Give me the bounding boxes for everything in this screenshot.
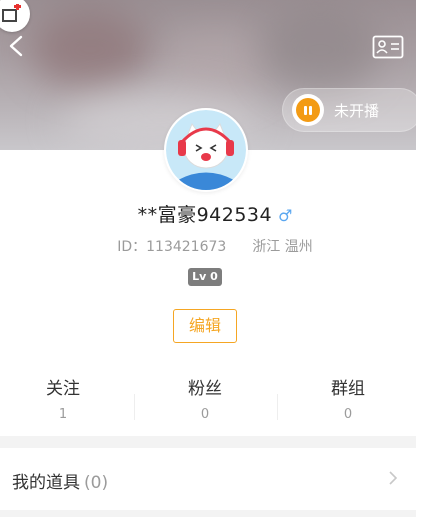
stat-value: 0 (200, 407, 210, 422)
stat-value: 0 (343, 407, 353, 422)
my-props-label: 我的道具 (12, 473, 80, 493)
live-status-pill[interactable]: 未开播 (282, 88, 422, 132)
stats-bar: 关注 1 粉丝 0 群组 0 (0, 374, 416, 424)
avatar[interactable] (164, 108, 248, 192)
stat-value: 1 (58, 407, 68, 422)
username: **富豪942534 (137, 204, 273, 226)
stat-groups[interactable]: 群组 0 (278, 374, 418, 422)
id-card-icon[interactable] (372, 35, 404, 59)
stat-label: 关注 (46, 379, 80, 399)
stat-following[interactable]: 关注 1 (0, 374, 133, 422)
section-gap (0, 436, 416, 448)
stat-fans[interactable]: 粉丝 0 (135, 374, 275, 422)
picture-in-picture-icon (2, 4, 21, 22)
my-props-row[interactable]: 我的道具 (0) (0, 448, 416, 510)
level-badge: Lv 0 (188, 268, 222, 286)
pause-icon (292, 94, 324, 126)
section-gap (0, 510, 416, 517)
right-edge-strip (416, 0, 430, 517)
cartoon-cat-avatar-icon (166, 110, 246, 190)
my-props-title: 我的道具 (0) (12, 468, 108, 493)
chevron-right-icon (389, 471, 398, 485)
blur-shape (260, 5, 380, 95)
user-location: 浙江 温州 (252, 239, 313, 255)
stat-label: 群组 (331, 379, 365, 399)
username-row: **富豪942534 ♂ (0, 200, 430, 227)
edit-profile-button[interactable]: 编辑 (173, 309, 237, 343)
back-chevron-icon[interactable] (7, 35, 25, 57)
my-props-count: (0) (84, 473, 109, 493)
blur-shape (30, 10, 150, 90)
live-status-label: 未开播 (334, 102, 380, 120)
user-id: ID：113421673 (117, 239, 227, 255)
male-gender-icon: ♂ (278, 206, 293, 225)
profile-meta: ID：113421673 浙江 温州 (0, 236, 430, 256)
stat-label: 粉丝 (188, 379, 222, 399)
